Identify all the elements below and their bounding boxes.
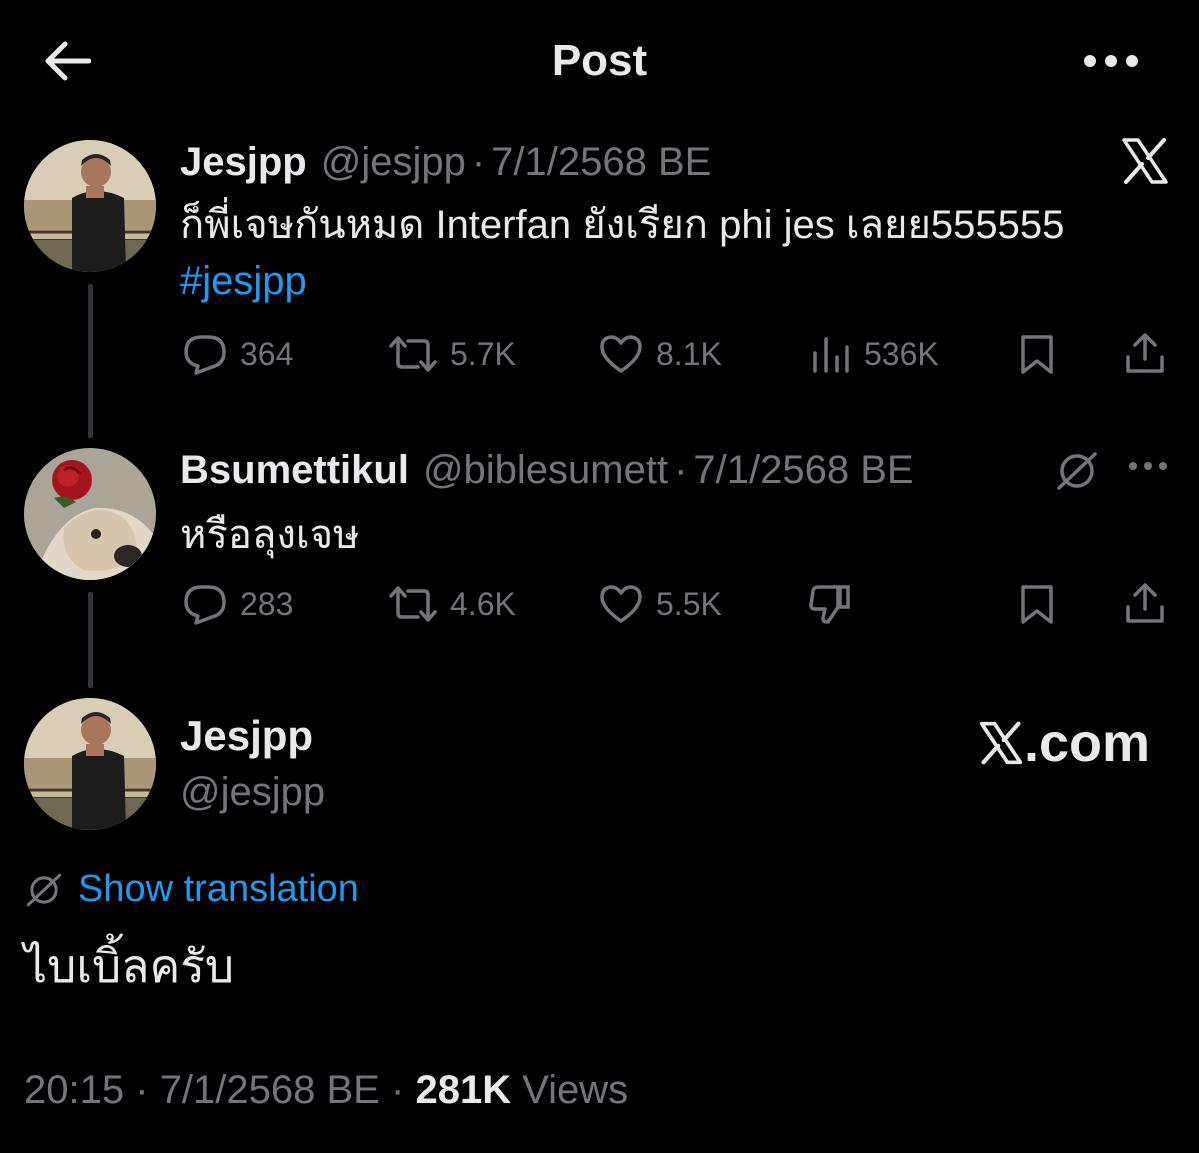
more-horizontal-icon bbox=[1129, 462, 1167, 470]
avatar[interactable] bbox=[24, 448, 156, 580]
reply-button[interactable]: 283 bbox=[182, 583, 293, 625]
share-icon bbox=[1126, 583, 1164, 623]
repost-icon bbox=[389, 586, 437, 622]
reply-icon bbox=[184, 335, 226, 375]
tweet-meta: 20:15 · 7/1/2568 BE · 281K Views bbox=[24, 1068, 628, 1113]
user-handle[interactable]: @jesjpp bbox=[180, 770, 325, 815]
repost-button[interactable]: 4.6K bbox=[388, 583, 516, 625]
bookmark-button[interactable] bbox=[1018, 333, 1056, 375]
display-name[interactable]: Jesjpp bbox=[180, 712, 313, 760]
like-button[interactable]: 5.5K bbox=[598, 583, 722, 625]
x-logo-icon bbox=[979, 721, 1023, 765]
separator-dot: · bbox=[135, 1068, 149, 1112]
views-count: 281K bbox=[415, 1068, 512, 1112]
separator-dot: · bbox=[391, 1068, 405, 1112]
tweet-header: Bsumettikul @biblesumett · 7/1/2568 BE bbox=[180, 448, 914, 493]
heart-icon bbox=[600, 585, 642, 623]
thread-connector bbox=[88, 284, 93, 438]
show-translation-link[interactable]: Show translation bbox=[24, 868, 359, 911]
more-options-button[interactable] bbox=[1128, 460, 1168, 472]
tweet-date[interactable]: 7/1/2568 BE bbox=[160, 1068, 380, 1112]
repost-count: 5.7K bbox=[450, 335, 516, 372]
bookmark-icon bbox=[1021, 335, 1053, 374]
heart-icon bbox=[600, 335, 642, 373]
like-count: 8.1K bbox=[656, 335, 722, 372]
translate-icon bbox=[1057, 452, 1097, 490]
downvote-button[interactable] bbox=[808, 583, 852, 625]
tweet-time[interactable]: 20:15 bbox=[24, 1068, 124, 1112]
display-name[interactable]: Jesjpp bbox=[180, 140, 307, 185]
share-button[interactable] bbox=[1124, 331, 1166, 375]
reply-button[interactable]: 364 bbox=[182, 333, 293, 375]
tweet-text: หรือลุงเจษ bbox=[180, 513, 360, 557]
thread-connector bbox=[88, 592, 93, 688]
watermark-text: .com bbox=[1024, 713, 1151, 773]
header-bar: Post bbox=[0, 0, 1199, 124]
reply-count: 283 bbox=[240, 585, 294, 622]
x-com-watermark: .com bbox=[978, 712, 1150, 774]
tweet-text: ก็พี่เจษกันหมด Interfan ยังเรียก phi jes… bbox=[180, 203, 1065, 247]
views-button[interactable]: 536K bbox=[810, 333, 939, 375]
more-horizontal-icon bbox=[1084, 55, 1138, 67]
translate-icon bbox=[26, 873, 62, 906]
separator-dot: · bbox=[471, 140, 486, 184]
hashtag-link[interactable]: #jesjpp bbox=[180, 252, 307, 310]
analytics-icon bbox=[813, 337, 849, 373]
tweet-text: ไบเบิ้ลครับ bbox=[24, 940, 235, 992]
tweet-date[interactable]: 7/1/2568 BE bbox=[491, 140, 711, 185]
repost-count: 4.6K bbox=[450, 585, 516, 622]
avatar[interactable] bbox=[24, 698, 156, 830]
reply-count: 364 bbox=[240, 335, 294, 372]
user-handle[interactable]: @jesjpp bbox=[321, 140, 466, 185]
user-handle[interactable]: @biblesumett bbox=[423, 448, 668, 493]
tweet-header: Jesjpp @jesjpp · 7/1/2568 BE bbox=[180, 140, 711, 185]
tweet-date[interactable]: 7/1/2568 BE bbox=[693, 448, 913, 493]
avatar-photo-biblesumett bbox=[24, 448, 156, 580]
more-options-button[interactable] bbox=[1083, 48, 1139, 74]
share-icon bbox=[1126, 333, 1164, 373]
translate-button[interactable] bbox=[1054, 448, 1100, 494]
bookmark-icon bbox=[1021, 585, 1053, 624]
repost-icon bbox=[389, 336, 437, 372]
avatar-photo-jesjpp bbox=[24, 698, 156, 830]
avatar[interactable] bbox=[24, 140, 156, 272]
x-logo-icon bbox=[1122, 138, 1168, 184]
views-label: Views bbox=[522, 1068, 629, 1112]
page-title: Post bbox=[551, 36, 648, 85]
show-translation-label[interactable]: Show translation bbox=[78, 868, 359, 911]
share-button[interactable] bbox=[1124, 581, 1166, 625]
bookmark-button[interactable] bbox=[1018, 583, 1056, 625]
thumbs-down-icon bbox=[809, 585, 850, 624]
display-name[interactable]: Bsumettikul bbox=[180, 448, 409, 493]
reply-icon bbox=[184, 585, 226, 625]
views-count: 536K bbox=[864, 335, 939, 372]
separator-dot: · bbox=[674, 448, 688, 492]
like-button[interactable]: 8.1K bbox=[598, 333, 722, 375]
repost-button[interactable]: 5.7K bbox=[388, 333, 516, 375]
like-count: 5.5K bbox=[656, 585, 722, 622]
avatar-photo-jesjpp bbox=[24, 140, 156, 272]
